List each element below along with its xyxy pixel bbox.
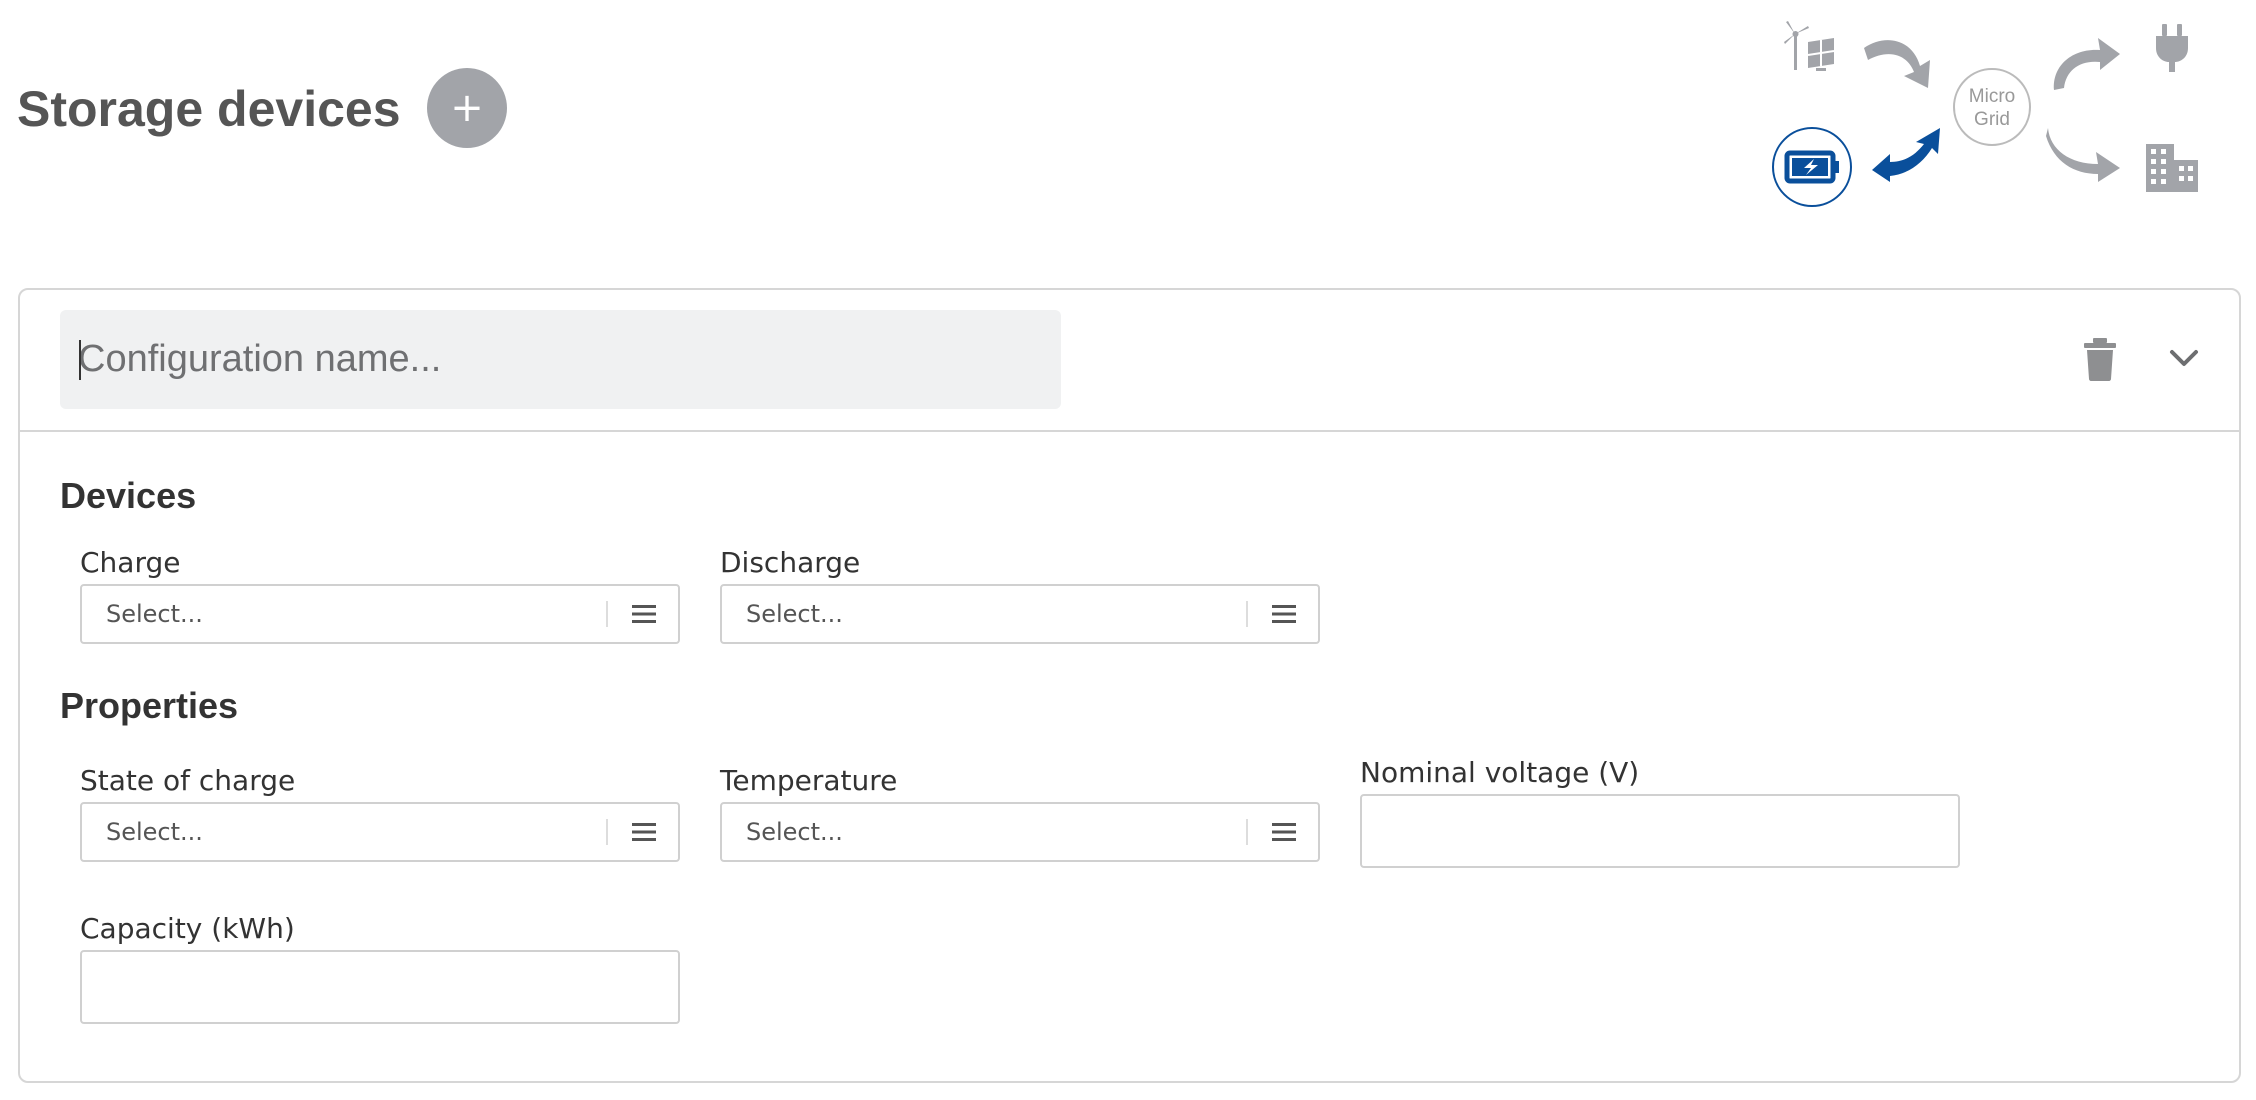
chevron-down-icon[interactable] [2166,340,2202,376]
temperature-select-value: Select... [746,818,843,846]
state-of-charge-select[interactable]: Select... [80,802,680,862]
charge-label: Charge [80,546,181,579]
arrow-right-icon [1864,40,1930,88]
discharge-select[interactable]: Select... [720,584,1320,644]
discharge-label: Discharge [720,546,861,579]
nominal-voltage-input[interactable] [1360,794,1960,868]
storage-node[interactable] [1772,127,1852,207]
capacity-label: Capacity (kWh) [80,912,295,945]
text-caret [79,340,81,380]
temperature-label: Temperature [720,764,898,797]
nominal-voltage-label: Nominal voltage (V) [1360,756,1640,789]
menu-icon[interactable] [632,822,656,842]
arrow-up-right-icon [2053,38,2120,90]
add-storage-device-button[interactable]: + [427,68,507,148]
plug-icon[interactable] [2154,22,2190,74]
card-header [20,290,2239,432]
wind-solar-icon[interactable] [1782,20,1838,72]
battery-icon [1784,150,1839,184]
configuration-name-input[interactable] [60,310,1061,409]
charge-select[interactable]: Select... [80,584,680,644]
state-of-charge-select-value: Select... [106,818,203,846]
properties-section-title: Properties [60,685,239,726]
discharge-select-value: Select... [746,600,843,628]
select-separator [1246,819,1248,845]
menu-icon[interactable] [1272,604,1296,624]
charge-select-value: Select... [106,600,203,628]
devices-section-title: Devices [60,475,197,516]
temperature-select[interactable]: Select... [720,802,1320,862]
microgrid-diagram: Micro Grid [1750,0,2230,230]
menu-icon[interactable] [632,604,656,624]
capacity-input[interactable] [80,950,680,1024]
select-separator [606,601,608,627]
select-separator [606,819,608,845]
microgrid-label-line2: Grid [1974,109,2010,130]
microgrid-label-line1: Micro [1968,86,2016,107]
state-of-charge-label: State of charge [80,764,296,797]
menu-icon[interactable] [1272,822,1296,842]
arrow-down-right-icon [2046,128,2120,182]
page-title: Storage devices [17,81,401,137]
storage-devices-page: Storage devices + Micro Grid Configurati… [0,0,2256,1100]
configuration-card: Devices Charge Select... Discharge Selec… [18,288,2241,1083]
microgrid-node: Micro Grid [1953,68,2031,146]
trash-icon[interactable] [2080,337,2120,381]
building-icon[interactable] [2144,140,2200,194]
select-separator [1246,601,1248,627]
bidirectional-arrow-icon [1872,128,1940,182]
